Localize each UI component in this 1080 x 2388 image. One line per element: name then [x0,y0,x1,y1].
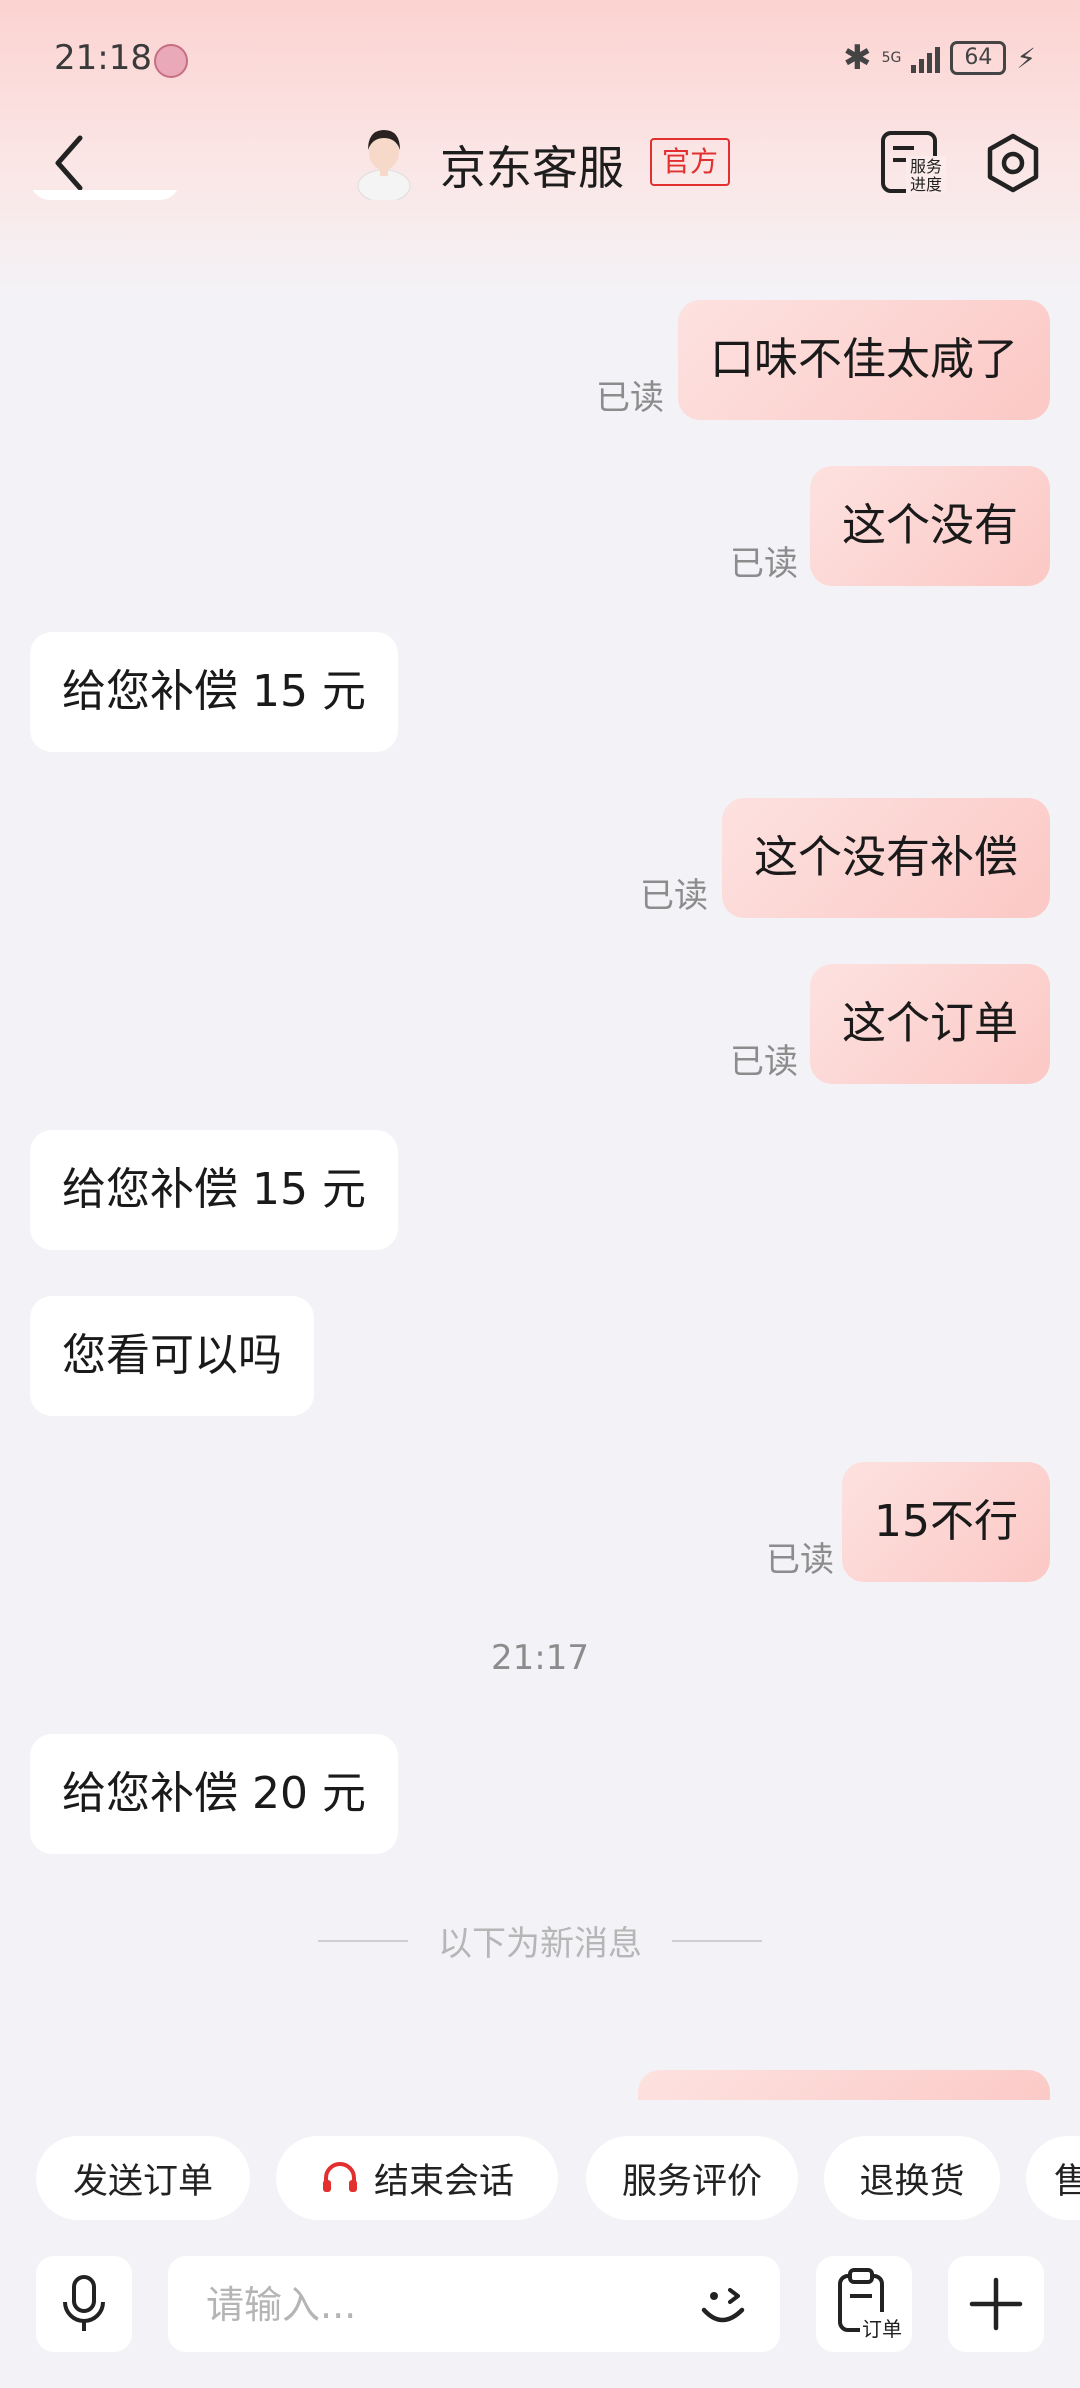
after-sales-chip[interactable]: 售 [1026,2136,1080,2220]
bluetooth-icon: ✱ [843,38,872,78]
message-bubble-outgoing[interactable]: 这个没有 [810,466,1050,586]
new-messages-divider: 以下为新消息 [0,1916,1080,1965]
chat-messages[interactable]: 已读 口味不佳太咸了 已读 这个没有 给您补偿 15 元 已读 这个没有补偿 已… [0,190,1080,2100]
official-badge: 官方 [650,138,731,186]
end-session-label: 结束会话 [373,2161,514,2202]
message-bubble-outgoing[interactable]: 口味不佳太咸了 [678,300,1050,420]
read-status: 已读 [730,1042,798,1082]
signal-icon [911,43,941,73]
service-rating-chip[interactable]: 服务评价 [586,2136,798,2220]
more-options-button[interactable] [948,2256,1044,2352]
new-messages-label: 以下为新消息 [438,1924,642,1964]
network-type: 5G [881,50,902,66]
order-button-label: 订单 [862,2317,902,2341]
divider-line [672,1939,762,1942]
page-title: 京东客服 [440,141,624,195]
service-progress-line1: 服务 [910,157,942,176]
wink-emoji-icon [701,2288,745,2323]
message-bubble-incoming[interactable]: 给您补偿 20 元 [30,1734,398,1854]
clipboard-icon: 订单 [838,2268,904,2341]
end-session-chip[interactable]: 结束会话 [276,2136,558,2220]
battery-level: 64 [964,45,993,70]
chevron-left-icon [55,135,83,191]
voice-input-button[interactable] [36,2256,132,2352]
quick-actions-bar[interactable]: 发送订单 结束会话 服务评价 退换货 售 [0,2136,1080,2220]
emoji-button[interactable] [694,2274,754,2334]
microphone-icon [63,2275,105,2331]
read-status: 已读 [596,378,664,418]
message-bubble-outgoing[interactable]: 这个没有补偿 [722,798,1050,918]
status-time: 21:18 [54,38,152,78]
agent-avatar[interactable] [352,124,416,200]
back-button[interactable] [44,128,94,198]
message-bubble-incoming[interactable]: 给您补偿 15 元 [30,632,398,752]
settings-button[interactable] [982,132,1044,194]
read-status: 已读 [640,876,708,916]
message-bubble-partial [638,2070,1050,2100]
charging-icon: ⚡ [1016,41,1036,75]
document-icon: 服务 进度 [881,131,946,194]
return-exchange-chip[interactable]: 退换货 [824,2136,1000,2220]
notification-avatar-icon [154,44,188,78]
message-input[interactable] [204,2256,648,2354]
read-status: 已读 [766,1540,834,1580]
message-bubble-incoming[interactable]: 您看可以吗 [30,1296,314,1416]
message-bubble-partial [30,190,180,200]
message-bubble-outgoing[interactable]: 这个订单 [810,964,1050,1084]
headset-icon [322,2162,357,2192]
order-button[interactable]: 订单 [816,2256,912,2352]
plus-icon [969,2277,1023,2331]
send-order-chip[interactable]: 发送订单 [36,2136,250,2220]
message-bubble-incoming[interactable]: 给您补偿 15 元 [30,1130,398,1250]
service-progress-button[interactable]: 服务 进度 [880,130,946,196]
battery-icon: 64 [950,41,1007,75]
message-input-box[interactable] [168,2256,780,2354]
chat-timestamp: 21:17 [491,1638,589,1678]
gear-icon [987,133,1039,193]
status-icons: ✱ 5G 64 ⚡ [843,38,1036,78]
divider-line [318,1939,408,1942]
read-status: 已读 [730,544,798,584]
message-bubble-outgoing[interactable]: 15不行 [842,1462,1050,1582]
